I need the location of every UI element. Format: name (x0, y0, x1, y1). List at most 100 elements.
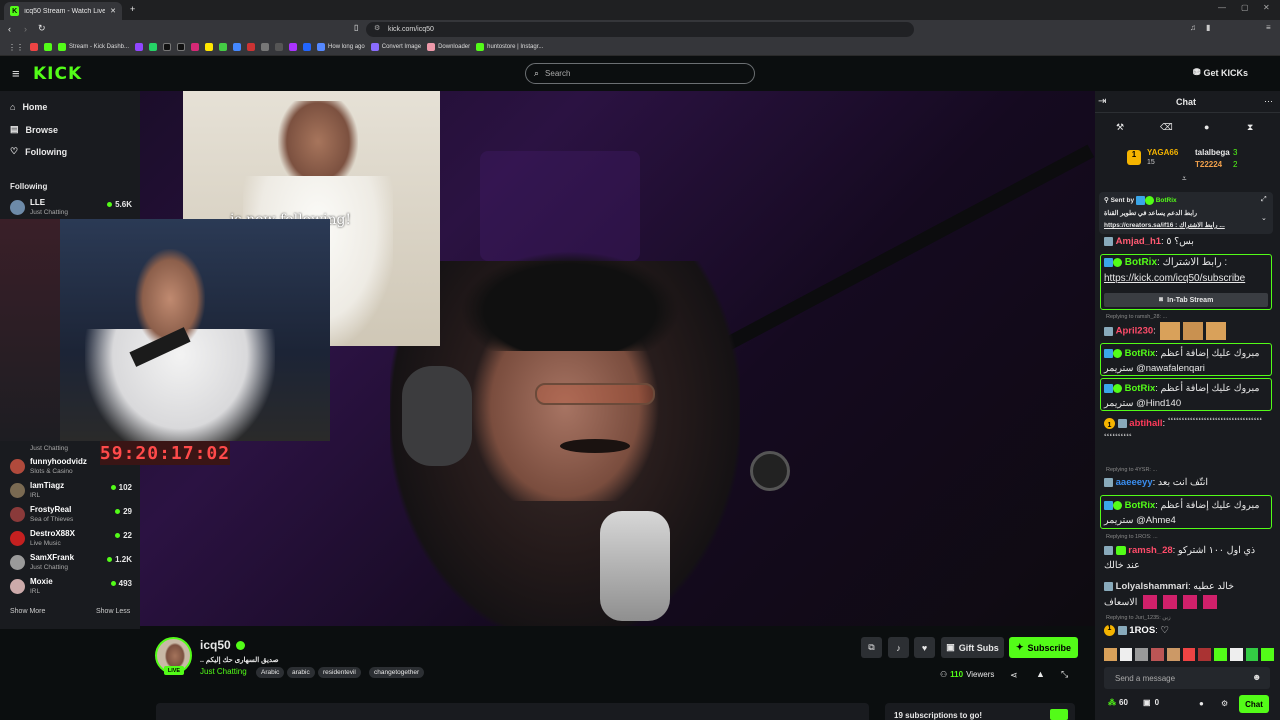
close-window-icon[interactable]: ✕ (1263, 3, 1270, 12)
emote[interactable] (1104, 648, 1117, 661)
emote[interactable] (1182, 648, 1196, 661)
followed-channel[interactable]: LLE Just Chatting 5.6K (10, 197, 132, 219)
send-chat-button[interactable]: Chat (1239, 695, 1269, 713)
unpin-icon[interactable]: ⤢ (1261, 196, 1267, 204)
back-icon[interactable]: ‹ (8, 24, 11, 34)
tag-arabic[interactable]: Arabic (256, 667, 285, 678)
github-bookmark-icon[interactable] (261, 43, 270, 51)
forward-icon[interactable]: › (24, 24, 27, 34)
search-input[interactable]: Search (545, 69, 570, 78)
gear-icon[interactable]: ⚙ (1221, 699, 1228, 708)
subscribe-link[interactable]: https://kick.com/icq50/subscribe (1104, 273, 1245, 284)
channel-points[interactable]: ⁂ 60 (1108, 698, 1128, 707)
tab-close-icon[interactable]: ✕ (110, 7, 116, 15)
chat-users-icon[interactable]: ● (1199, 699, 1204, 708)
minimize-icon[interactable]: — (1218, 3, 1226, 12)
tag-changetogether[interactable]: changetogether (369, 667, 425, 678)
search-bar[interactable]: ⌕ Search (525, 63, 755, 84)
expand-leaderboard-icon[interactable]: ⩡ (1182, 174, 1187, 184)
twitch-bookmark-icon[interactable] (135, 43, 144, 51)
show-more-button[interactable]: Show More (10, 608, 45, 615)
site-info-icon[interactable]: ⚙ (374, 24, 380, 32)
gift-count[interactable]: ▣ 0 (1143, 698, 1159, 707)
apps-icon[interactable]: ⋮⋮ (8, 43, 24, 52)
bookmark-icon[interactable]: ▯ (354, 23, 358, 32)
emote[interactable] (1198, 648, 1212, 661)
browser-tab[interactable]: K icq50 Stream - Watch Live on Ki ✕ (4, 2, 122, 20)
emoji-icon[interactable]: ☻ (1252, 672, 1261, 682)
bookmark-icon-e[interactable] (289, 43, 298, 51)
followed-channel[interactable]: FrostyReal Sea of Thieves 29 (10, 504, 132, 526)
bookmark-icon-d[interactable] (275, 43, 284, 51)
bookmark-kick-dashboard[interactable]: Stream - Kick Dashb... (58, 43, 129, 51)
sidebar-nav-home[interactable]: ⌂ Home (10, 102, 47, 112)
chat-settings-icon[interactable]: ⋯ (1264, 96, 1273, 107)
warning-icon[interactable]: ▲ (1036, 669, 1045, 679)
bookmark-icon-f[interactable] (303, 43, 312, 51)
instagram-bookmark-icon[interactable] (191, 43, 200, 51)
youtube-bookmark-icon[interactable] (30, 43, 38, 51)
hourglass-icon[interactable]: ⧗ (1247, 122, 1253, 133)
hamburger-menu-icon[interactable]: ≡ (12, 66, 20, 81)
x-bookmark-icon[interactable] (163, 43, 172, 51)
followed-channel[interactable]: DestroX88X Live Music 22 (10, 528, 132, 550)
follow-button[interactable]: ♥ (914, 637, 935, 658)
emote[interactable] (1245, 648, 1259, 661)
menu-icon[interactable]: ≡ (1266, 23, 1271, 32)
emote[interactable] (1119, 648, 1133, 661)
stream-category[interactable]: Just Chatting (200, 667, 247, 676)
tag-residentevil[interactable]: residentevil (318, 667, 361, 678)
bookmark-icon-b[interactable] (233, 43, 242, 51)
sub-goal-arrow-icon[interactable] (1050, 709, 1068, 720)
leader-name[interactable]: T22224 (1195, 160, 1222, 169)
collapse-chat-icon[interactable]: ⇥ (1098, 96, 1106, 107)
emote[interactable] (1166, 648, 1180, 661)
media-icon[interactable]: ♫ (1190, 23, 1196, 32)
maximize-icon[interactable]: ▢ (1241, 3, 1249, 12)
reload-icon[interactable]: ↻ (38, 23, 46, 34)
leader-name[interactable]: talalbega (1195, 148, 1230, 157)
subscribe-button[interactable]: ✦ Subscribe (1009, 637, 1078, 658)
clip-button[interactable]: ⧉ (861, 637, 882, 658)
message-icon[interactable]: ● (1204, 122, 1209, 132)
notification-button[interactable]: ♪ (888, 637, 909, 658)
tiktok-bookmark-icon[interactable] (177, 43, 186, 51)
bookmark-downloader[interactable]: Downloader (427, 43, 470, 51)
sidebar-nav-browse[interactable]: ▤ Browse (10, 124, 58, 135)
bookmark-icon-c[interactable] (247, 43, 256, 51)
bookmark-icon-a[interactable] (219, 43, 228, 51)
emote[interactable] (1135, 648, 1149, 661)
bookmark-huntostore[interactable]: huntostore | Instagr... (476, 43, 543, 51)
share-icon[interactable]: ⋖ (1010, 670, 1018, 681)
kick-bookmark-icon[interactable] (44, 43, 52, 51)
sidebar-nav-following[interactable]: ♡ Following (10, 146, 67, 157)
emote[interactable] (1214, 648, 1227, 661)
whatsapp-bookmark-icon[interactable] (149, 43, 158, 51)
in-tab-stream-button[interactable]: ⧈ In-Tab Stream (1104, 293, 1268, 307)
tag-arabic-lower[interactable]: arabic (287, 667, 315, 678)
theatre-mode-icon[interactable]: ⤡ (1061, 669, 1068, 680)
channel-name[interactable]: icq50 (200, 638, 245, 652)
bookmark-how-long-ago[interactable]: How long ago (317, 43, 365, 51)
new-tab-button[interactable]: + (130, 4, 135, 14)
emote[interactable] (1229, 648, 1243, 661)
gift-subs-button[interactable]: ▣ Gift Subs (941, 637, 1004, 658)
moderation-icon[interactable]: ⚒ (1116, 122, 1124, 133)
kick-logo[interactable]: KICK (33, 64, 82, 84)
pinned-message[interactable]: ⚲ Sent by BotRix رابط الدعم يساعد في تطو… (1099, 192, 1273, 234)
snapchat-bookmark-icon[interactable] (205, 43, 214, 51)
get-kicks-button[interactable]: ⛃ Get KICKs (1193, 67, 1248, 78)
emote[interactable] (1261, 648, 1275, 661)
trash-icon[interactable]: ⌫ (1160, 122, 1173, 133)
sidebar-toggle-icon[interactable]: ▮ (1206, 23, 1210, 32)
bookmark-convert-image[interactable]: Convert Image (370, 43, 421, 51)
emote[interactable] (1151, 648, 1164, 661)
followed-channel[interactable]: lamTiagz IRL 102 (10, 480, 132, 502)
leader-name[interactable]: YAGA66 (1147, 148, 1178, 157)
chat-input[interactable]: Send a message ☻ (1104, 667, 1270, 689)
chevron-down-icon[interactable]: ⌄ (1261, 214, 1267, 222)
url-bar[interactable]: ⚙ kick.com/icq50 (366, 22, 914, 37)
followed-channel[interactable]: Moxie IRL 493 (10, 576, 132, 598)
followed-channel[interactable]: SamXFrank Just Chatting 1.2K (10, 552, 132, 574)
show-less-button[interactable]: Show Less (96, 608, 130, 615)
